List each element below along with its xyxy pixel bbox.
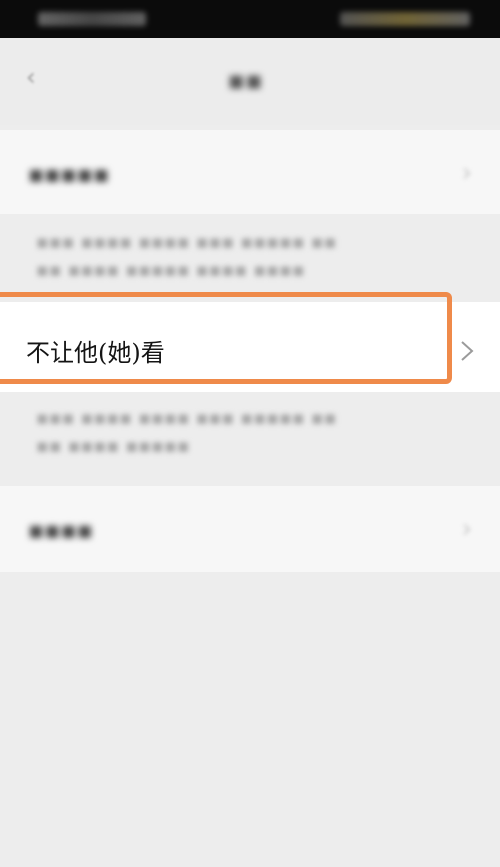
settings-row-hide-their-moments[interactable]: ▪▪▪▪▪ › bbox=[0, 130, 500, 214]
settings-row-complaint[interactable]: ▪▪▪▪ › bbox=[0, 486, 500, 572]
chevron-right-icon bbox=[461, 341, 474, 361]
chevron-left-icon[interactable]: ‹ bbox=[26, 65, 40, 89]
status-bar-right-blurred bbox=[340, 12, 470, 26]
settings-row-label-blurred: ▪▪▪▪▪ bbox=[28, 160, 110, 188]
settings-description-blurred: ▪▪▪ ▪▪▪▪ ▪▪▪▪ ▪▪▪ ▪▪▪▪▪ ▪▪ ▪▪ ▪▪▪▪ ▪▪▪▪▪ … bbox=[36, 231, 337, 281]
settings-description-blurred: ▪▪▪ ▪▪▪▪ ▪▪▪▪ ▪▪▪ ▪▪▪▪▪ ▪▪ ▪▪ ▪▪▪▪ ▪▪▪▪▪ bbox=[36, 407, 337, 457]
status-bar-left-blurred bbox=[38, 12, 146, 26]
navigation-bar: ‹ ▪▪ bbox=[0, 38, 500, 125]
chevron-right-icon: › bbox=[461, 514, 472, 544]
page-title-blurred: ▪▪ bbox=[227, 66, 263, 96]
chevron-right-icon: › bbox=[461, 158, 472, 188]
highlight-annotation-box bbox=[0, 292, 452, 384]
status-bar bbox=[0, 0, 500, 38]
settings-row-label-blurred: ▪▪▪▪ bbox=[28, 516, 94, 544]
